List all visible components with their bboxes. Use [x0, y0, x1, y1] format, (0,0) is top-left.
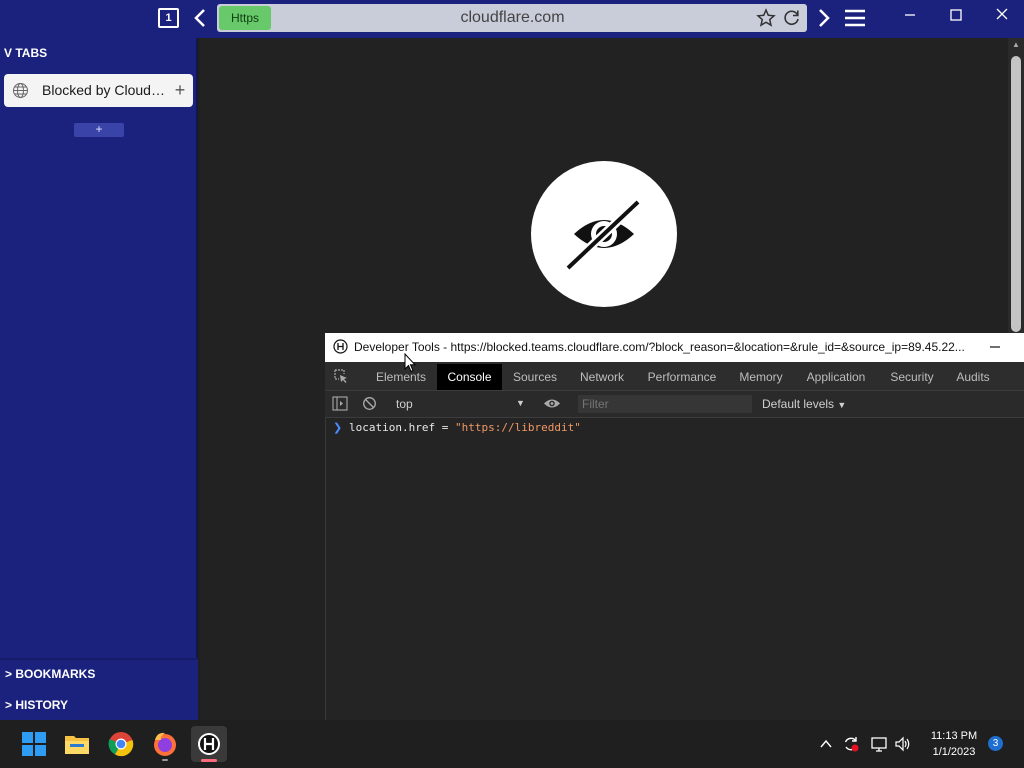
tab-application[interactable]: Application [800, 364, 872, 390]
console-prompt-icon: ❯ [333, 422, 343, 434]
clock-date[interactable]: 1/1/2023 [920, 745, 988, 759]
chevron-up-icon[interactable] [818, 736, 834, 752]
hbrowser-logo-icon [333, 339, 348, 354]
new-tab-button[interactable]: + [74, 123, 124, 137]
clear-console-icon[interactable] [362, 396, 377, 411]
code-operator: = [435, 421, 455, 434]
menu-icon[interactable] [842, 6, 868, 30]
mouse-cursor-icon [404, 352, 417, 373]
code-property: .href [401, 421, 436, 434]
notification-badge[interactable]: 3 [988, 736, 1003, 751]
bookmarks-section[interactable]: > BOOKMARKS [5, 667, 185, 683]
chrome-icon[interactable] [103, 726, 139, 762]
devtools-minimize-icon[interactable] [986, 340, 1004, 354]
tab-sources[interactable]: Sources [508, 364, 562, 390]
tab-performance[interactable]: Performance [642, 364, 722, 390]
scroll-up-icon[interactable]: ▲ [1011, 40, 1021, 52]
code-object: location [349, 421, 402, 434]
star-icon[interactable] [756, 8, 776, 28]
inspect-element-icon[interactable] [333, 368, 349, 384]
tab-elements[interactable]: Elements [371, 364, 431, 390]
hbrowser-active-indicator [201, 759, 217, 762]
chevron-down-icon[interactable]: ▼ [516, 396, 528, 410]
network-icon[interactable] [870, 735, 888, 753]
tabs-section-header[interactable]: V TABS [4, 46, 164, 62]
sidebar-tab-title[interactable]: Blocked by Cloudfl... [42, 74, 166, 107]
url-text[interactable]: cloudflare.com [280, 4, 745, 32]
reload-icon[interactable] [782, 8, 802, 28]
console-filter-input[interactable] [578, 395, 752, 413]
sidebar [0, 38, 198, 720]
windows-start-icon[interactable] [16, 726, 52, 762]
https-badge: Https [219, 6, 271, 30]
file-explorer-icon[interactable] [59, 726, 95, 762]
tab-add-button[interactable]: + [172, 80, 188, 100]
back-arrow-icon[interactable] [190, 6, 212, 30]
globe-icon [12, 82, 29, 99]
hbrowser-icon[interactable] [191, 726, 227, 762]
firefox-running-indicator [162, 759, 168, 761]
window-maximize-icon[interactable] [942, 4, 970, 26]
window-minimize-icon[interactable] [896, 4, 924, 26]
scrollbar-thumb[interactable] [1011, 56, 1021, 332]
firefox-icon[interactable] [147, 726, 183, 762]
context-selector[interactable]: top [396, 396, 486, 412]
devtools-title: Developer Tools - https://blocked.teams.… [354, 340, 965, 354]
tab-security[interactable]: Security [884, 364, 940, 390]
log-levels-label: Default levels [762, 397, 835, 411]
eye-slash-icon [562, 198, 646, 272]
tab-audits[interactable]: Audits [950, 364, 996, 390]
tab-network[interactable]: Network [574, 364, 630, 390]
forward-arrow-icon[interactable] [812, 6, 834, 30]
code-string: "https://libreddit" [454, 421, 581, 434]
console-sidebar-icon[interactable] [332, 396, 348, 411]
tab-count-button[interactable]: 1 [158, 8, 179, 28]
volume-icon[interactable] [894, 735, 912, 753]
window-close-icon[interactable] [988, 4, 1016, 26]
sync-icon[interactable] [842, 735, 860, 753]
log-levels-dropdown[interactable]: Default levels ▼ [762, 396, 862, 412]
history-section[interactable]: > HISTORY [5, 698, 185, 714]
chevron-down-icon: ▼ [837, 400, 847, 410]
clock-time[interactable]: 11:13 PM [920, 729, 988, 743]
tab-console[interactable]: Console [437, 364, 502, 390]
console-input[interactable]: location.href = "https://libreddit" [349, 420, 749, 435]
tab-memory[interactable]: Memory [734, 364, 788, 390]
live-expression-eye-icon[interactable] [543, 397, 561, 410]
